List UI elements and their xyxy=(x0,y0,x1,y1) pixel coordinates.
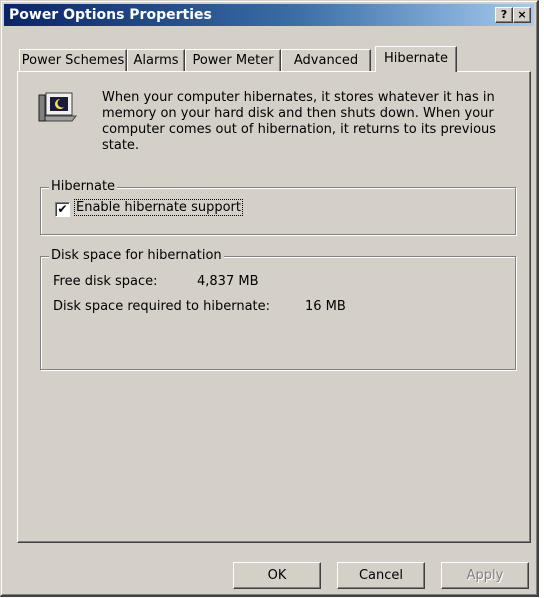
window-title: Power Options Properties xyxy=(9,7,212,23)
active-tab-joint xyxy=(377,70,455,73)
tab-advanced[interactable]: Advanced xyxy=(281,49,371,71)
required-disk-space-value: 16 MB xyxy=(305,299,346,314)
required-disk-space-label: Disk space required to hibernate: xyxy=(53,299,271,314)
disk-space-groupbox: Disk space for hibernation Free disk spa… xyxy=(40,248,516,370)
hibernate-description: When your computer hibernates, it stores… xyxy=(102,90,497,153)
tab-hibernate[interactable]: Hibernate xyxy=(375,46,457,72)
hibernate-groupbox: Hibernate ✔ Enable hibernate support xyxy=(40,179,516,235)
help-button[interactable]: ? xyxy=(495,7,513,23)
ok-button[interactable]: OK xyxy=(233,562,321,589)
hibernate-tab-panel: When your computer hibernates, it stores… xyxy=(17,71,531,543)
enable-hibernate-checkbox[interactable]: ✔ xyxy=(55,202,70,217)
title-bar[interactable]: Power Options Properties ? × xyxy=(4,4,534,26)
free-disk-space-value: 4,837 MB xyxy=(197,274,259,289)
hibernate-group-legend: Hibernate xyxy=(49,179,118,194)
tab-alarms[interactable]: Alarms xyxy=(127,49,185,71)
cancel-button[interactable]: Cancel xyxy=(337,562,425,589)
tab-power-schemes[interactable]: Power Schemes xyxy=(19,49,127,71)
close-button[interactable]: × xyxy=(513,7,531,23)
tab-power-meter[interactable]: Power Meter xyxy=(185,49,281,71)
free-disk-space-label: Free disk space: xyxy=(53,274,158,289)
enable-hibernate-label[interactable]: Enable hibernate support xyxy=(74,199,243,216)
power-options-window: Power Options Properties ? × Power Schem… xyxy=(0,0,539,597)
disk-space-group-legend: Disk space for hibernation xyxy=(49,248,224,263)
hibernate-computer-icon xyxy=(36,88,80,128)
apply-button[interactable]: Apply xyxy=(441,562,529,589)
